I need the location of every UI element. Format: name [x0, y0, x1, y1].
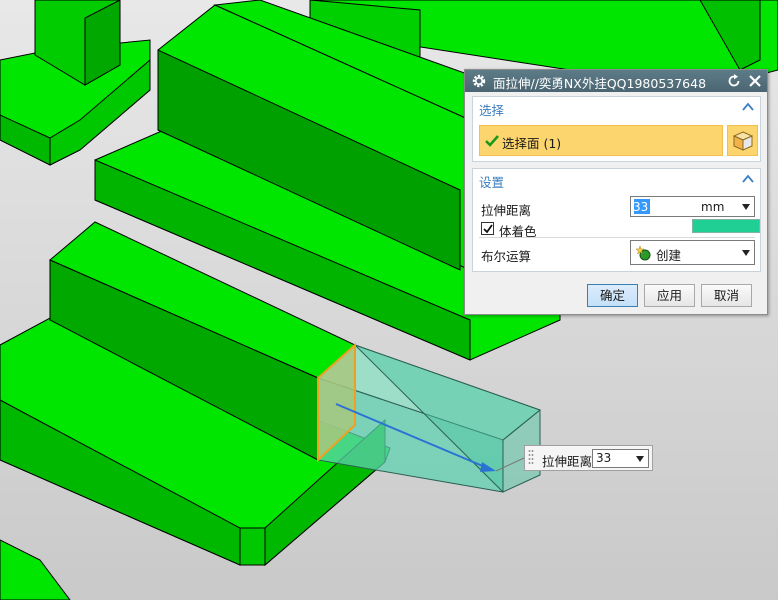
- close-icon[interactable]: [747, 73, 763, 89]
- onscreen-distance-label: 拉伸距离: [542, 454, 593, 469]
- chevron-up-icon[interactable]: [742, 102, 754, 112]
- onscreen-distance-input: 拉伸距离 33: [524, 445, 653, 471]
- settings-section: 设置 拉伸距离 mm 体着色 布尔运算: [472, 168, 761, 272]
- distance-unit: mm: [701, 200, 725, 214]
- face-extrude-dialog: 面拉伸//奕勇NX外挂QQ1980537648 选择 选择面 (1) 设置 拉伸…: [464, 69, 768, 315]
- checkmark-icon: [485, 135, 499, 147]
- divider: [479, 237, 755, 238]
- boolean-operation-value: 创建: [656, 248, 682, 263]
- select-face-row[interactable]: 选择面 (1): [479, 125, 723, 156]
- settings-section-title: 设置: [479, 175, 505, 190]
- extrude-distance-field[interactable]: mm: [630, 196, 755, 217]
- extrude-distance-input[interactable]: [633, 199, 688, 214]
- dialog-title: 面拉伸//奕勇NX外挂QQ1980537648: [493, 76, 707, 91]
- onscreen-distance-value: 33: [596, 451, 612, 465]
- dropdown-arrow-icon[interactable]: [742, 250, 750, 256]
- cancel-button[interactable]: 取消: [701, 284, 752, 307]
- settings-section-header[interactable]: 设置: [473, 169, 760, 191]
- cube-icon: [732, 131, 754, 151]
- selection-section: 选择 选择面 (1): [472, 96, 761, 162]
- ok-button[interactable]: 确定: [587, 284, 638, 307]
- dropdown-arrow-icon[interactable]: [742, 204, 750, 210]
- dialog-titlebar[interactable]: 面拉伸//奕勇NX外挂QQ1980537648: [465, 70, 767, 92]
- drag-handle-icon[interactable]: [528, 449, 534, 467]
- gear-icon: [472, 74, 486, 88]
- select-face-label: 选择面 (1): [502, 136, 562, 151]
- apply-button[interactable]: 应用: [644, 284, 695, 307]
- extrude-distance-label: 拉伸距离: [481, 203, 532, 218]
- color-swatch[interactable]: [692, 219, 760, 233]
- selection-section-title: 选择: [479, 103, 505, 118]
- boolean-operation-label: 布尔运算: [481, 249, 532, 264]
- dropdown-arrow-icon[interactable]: [636, 456, 644, 462]
- face-selector-button[interactable]: [727, 125, 758, 156]
- selection-section-header[interactable]: 选择: [473, 97, 760, 119]
- checkmark-icon: [483, 224, 493, 234]
- chevron-up-icon[interactable]: [742, 174, 754, 184]
- body-color-checkbox[interactable]: [481, 222, 494, 235]
- boolean-operation-select[interactable]: 创建: [630, 240, 755, 265]
- create-body-icon: [636, 245, 651, 261]
- onscreen-distance-field[interactable]: 33: [592, 449, 649, 468]
- reset-icon[interactable]: [726, 73, 742, 89]
